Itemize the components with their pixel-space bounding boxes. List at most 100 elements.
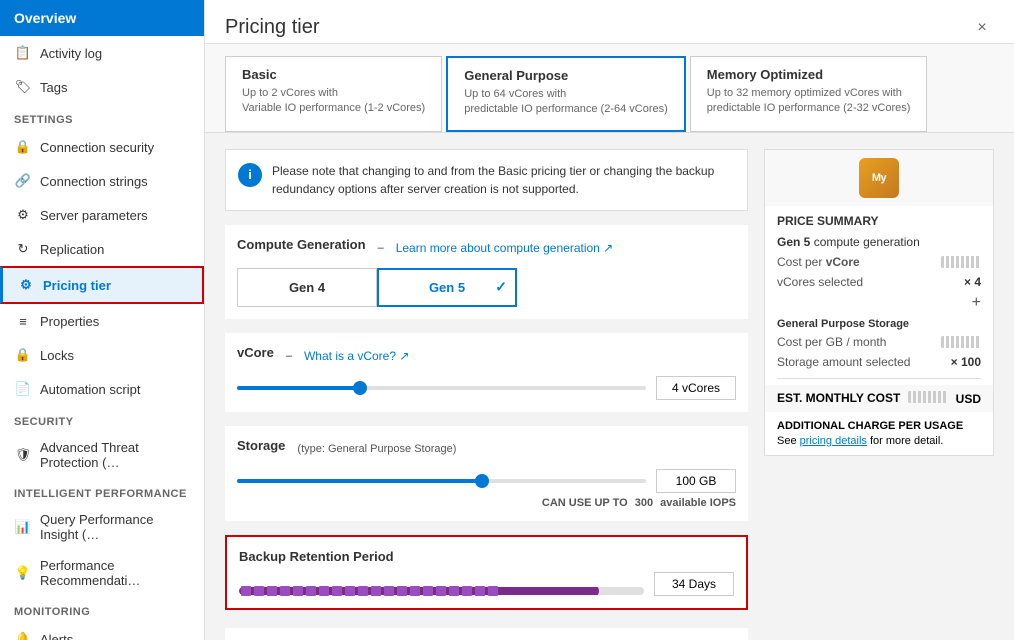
- price-summary: My PRICE SUMMARY Gen 5 compute generatio…: [764, 149, 994, 456]
- vcores-selected-value: × 4: [964, 275, 981, 289]
- sidebar-item-pricing-tier[interactable]: ⚙ Pricing tier: [0, 266, 204, 304]
- sidebar-item-locks[interactable]: 🔒 Locks: [0, 338, 204, 372]
- page-title: Pricing tier: [225, 16, 319, 39]
- vcore-header: vCore – What is a vCore? ↗: [237, 345, 736, 368]
- storage-slider-track[interactable]: [237, 479, 646, 483]
- backup-slider-container[interactable]: [239, 577, 644, 591]
- sidebar: Overview 📋 Activity log 🏷 Tags Settings …: [0, 0, 205, 640]
- sidebar-item-label: Locks: [40, 348, 74, 363]
- sidebar-item-server-parameters[interactable]: ⚙ Server parameters: [0, 198, 204, 232]
- vcore-slider-thumb[interactable]: [353, 381, 367, 395]
- est-monthly-cost: EST. MONTHLY COST USD: [765, 385, 993, 412]
- connection-security-icon: 🔒: [14, 138, 32, 156]
- tier-tab-basic[interactable]: Basic Up to 2 vCores withVariable IO per…: [225, 56, 442, 132]
- performance-rec-icon: 💡: [14, 564, 32, 582]
- pricing-tier-icon: ⚙: [17, 276, 35, 294]
- server-parameters-icon: ⚙: [14, 206, 32, 224]
- storage-type-label: (type: General Purpose Storage): [297, 443, 456, 455]
- est-monthly-label: EST. MONTHLY COST: [777, 391, 900, 405]
- sidebar-item-performance-rec[interactable]: 💡 Performance Recommendati…: [0, 550, 204, 596]
- vcore-section: vCore – What is a vCore? ↗ 4 vCores: [225, 333, 748, 412]
- gen5-compute-label: Gen 5 compute generation: [777, 235, 920, 249]
- storage-amount-label: Storage amount selected: [777, 355, 910, 369]
- tier-tab-basic-desc: Up to 2 vCores withVariable IO performan…: [242, 86, 425, 117]
- backup-retention-title: Backup Retention Period: [239, 549, 394, 564]
- activity-log-icon: 📋: [14, 44, 32, 62]
- additional-charge-section: ADDITIONAL CHARGE PER USAGE See pricing …: [765, 412, 993, 455]
- sidebar-overview[interactable]: Overview: [0, 0, 204, 36]
- storage-slider-row: 100 GB: [237, 469, 736, 493]
- vcore-slider-track[interactable]: [237, 386, 646, 390]
- sidebar-item-label: Properties: [40, 314, 99, 329]
- page-header: Pricing tier ×: [205, 0, 1014, 44]
- storage-title: Storage: [237, 438, 285, 453]
- info-icon: i: [238, 163, 262, 187]
- iops-unit: available IOPS: [660, 497, 736, 509]
- storage-amount-row: Storage amount selected × 100: [765, 352, 993, 372]
- compute-generation-section: Compute Generation – Learn more about co…: [225, 225, 748, 319]
- vcore-slider-row: 4 vCores: [237, 376, 736, 400]
- pricing-details-link[interactable]: pricing details: [800, 435, 867, 447]
- compute-generation-link[interactable]: Learn more about compute generation ↗: [396, 241, 614, 255]
- est-monthly-value: USD: [908, 391, 981, 406]
- sidebar-item-label: Performance Recommendati…: [40, 558, 190, 588]
- tier-tab-basic-name: Basic: [242, 67, 425, 82]
- tier-tab-general-purpose[interactable]: General Purpose Up to 64 vCores withpred…: [446, 56, 686, 132]
- storage-slider-fill: [237, 479, 482, 483]
- sidebar-item-label: Query Performance Insight (…: [40, 512, 190, 542]
- additional-charge-text: See pricing details for more detail.: [777, 435, 981, 447]
- cost-per-gb-value-icon: [941, 336, 981, 348]
- sidebar-item-tags[interactable]: 🏷 Tags: [0, 70, 204, 104]
- sidebar-item-label: Advanced Threat Protection (…: [40, 440, 190, 470]
- storage-header: Storage (type: General Purpose Storage): [237, 438, 736, 461]
- sidebar-item-label: Server parameters: [40, 208, 148, 223]
- tier-tab-mo-name: Memory Optimized: [707, 67, 911, 82]
- tags-icon: 🏷: [14, 78, 32, 96]
- content-body: i Please note that changing to and from …: [205, 133, 1014, 640]
- additional-charge-title: ADDITIONAL CHARGE PER USAGE: [777, 420, 981, 432]
- cost-per-vcore-row: Cost per vCore: [765, 252, 993, 272]
- sidebar-item-properties[interactable]: ≡ Properties: [0, 304, 204, 338]
- cost-per-gb-row: Cost per GB / month: [765, 332, 993, 352]
- backup-value: 34 Days: [654, 572, 734, 596]
- gen-buttons: Gen 4 Gen 5: [237, 268, 736, 307]
- sidebar-item-connection-security[interactable]: 🔒 Connection security: [0, 130, 204, 164]
- vcore-link[interactable]: What is a vCore? ↗: [304, 349, 409, 363]
- tier-tab-gp-name: General Purpose: [464, 68, 668, 83]
- sidebar-item-automation-script[interactable]: 📄 Automation script: [0, 372, 204, 406]
- tier-tab-gp-desc: Up to 64 vCores withpredictable IO perfo…: [464, 87, 668, 118]
- iops-value: 300: [635, 497, 653, 509]
- intelligent-section-header: Intelligent Performance: [0, 478, 204, 504]
- sidebar-item-advanced-threat[interactable]: 🛡 Advanced Threat Protection (…: [0, 432, 204, 478]
- sidebar-item-label: Pricing tier: [43, 278, 111, 293]
- tier-tab-memory-optimized[interactable]: Memory Optimized Up to 32 memory optimiz…: [690, 56, 928, 132]
- close-button[interactable]: ×: [970, 16, 994, 40]
- sidebar-item-activity-log[interactable]: 📋 Activity log: [0, 36, 204, 70]
- settings-section-header: Settings: [0, 104, 204, 130]
- cost-per-vcore-value-icon: [941, 256, 981, 268]
- vcore-value: 4 vCores: [656, 376, 736, 400]
- iops-info: CAN USE UP TO 300 available IOPS: [237, 497, 736, 509]
- sidebar-item-replication[interactable]: ↻ Replication: [0, 232, 204, 266]
- storage-amount-value: × 100: [951, 355, 981, 369]
- compute-generation-title: Compute Generation: [237, 237, 366, 252]
- storage-slider-thumb[interactable]: [475, 474, 489, 488]
- sidebar-item-alerts[interactable]: 🔔 Alerts: [0, 622, 204, 640]
- connection-strings-icon: 🔗: [14, 172, 32, 190]
- cost-per-vcore-label: Cost per vCore: [777, 255, 860, 269]
- vcores-selected-row: vCores selected × 4: [765, 272, 993, 292]
- mysql-icon: My: [859, 158, 899, 198]
- sidebar-item-label: Activity log: [40, 46, 102, 61]
- price-summary-title: PRICE SUMMARY: [765, 206, 993, 232]
- locks-icon: 🔒: [14, 346, 32, 364]
- price-divider: [777, 378, 981, 379]
- sidebar-item-connection-strings[interactable]: 🔗 Connection strings: [0, 164, 204, 198]
- gen4-button[interactable]: Gen 4: [237, 268, 377, 307]
- vcore-slider-fill: [237, 386, 360, 390]
- gen5-button[interactable]: Gen 5: [377, 268, 517, 307]
- sidebar-item-label: Automation script: [40, 382, 140, 397]
- compute-generation-header: Compute Generation – Learn more about co…: [237, 237, 736, 260]
- sidebar-item-label: Replication: [40, 242, 104, 257]
- sidebar-item-query-performance[interactable]: 📊 Query Performance Insight (…: [0, 504, 204, 550]
- iops-label: CAN USE UP TO: [542, 497, 628, 509]
